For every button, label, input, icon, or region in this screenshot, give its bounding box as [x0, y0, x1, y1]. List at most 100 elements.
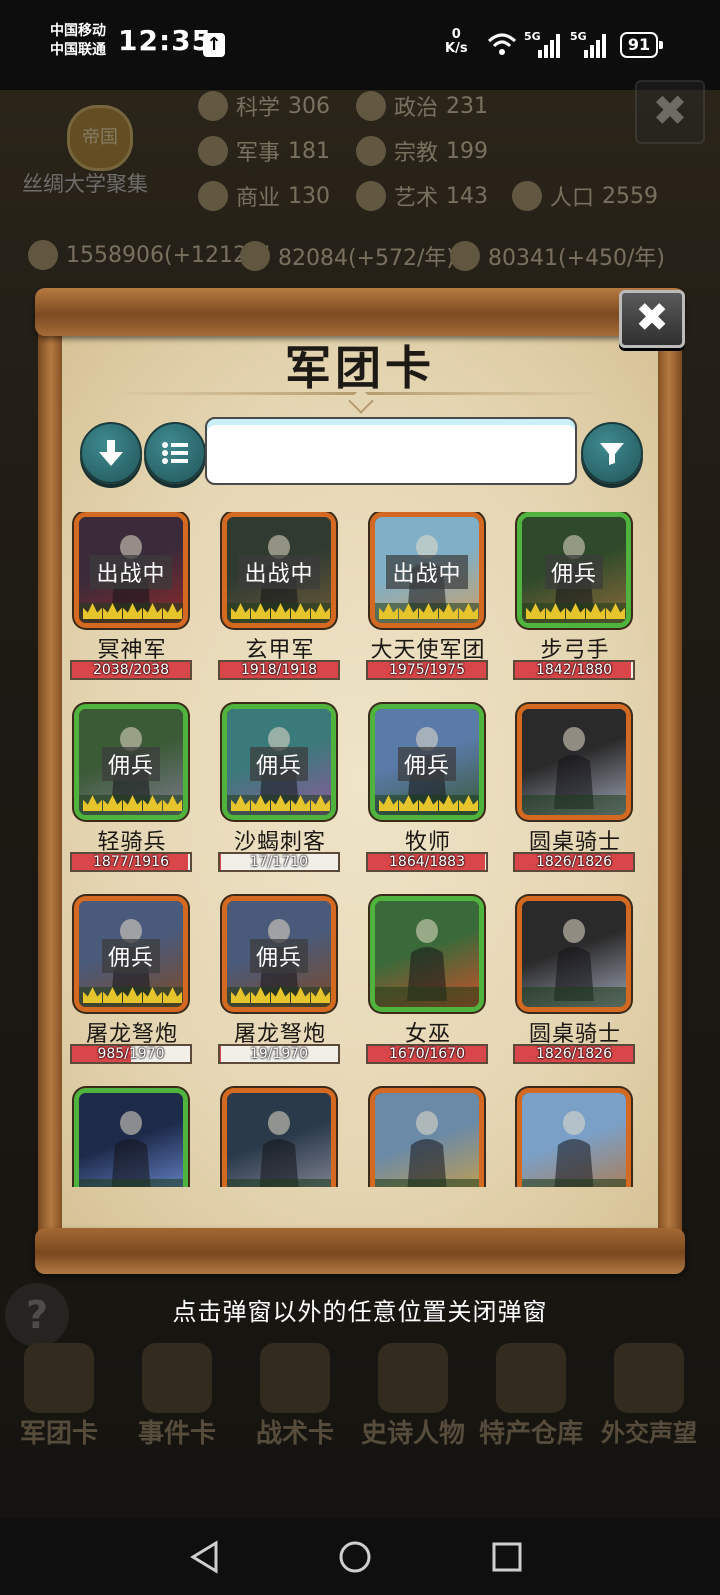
hp-text: 1918/1918	[241, 662, 317, 678]
legion-card[interactable]: 佣兵 轻骑兵 1877/1916	[62, 704, 212, 894]
crown-icon	[546, 603, 565, 619]
nav-diplomacy[interactable]: 外交声望	[590, 1335, 708, 1447]
nav-specialty-warehouse[interactable]: 特产仓库	[472, 1335, 590, 1449]
crown-icon	[143, 795, 162, 811]
legion-card[interactable]: 出战中 玄甲军 1918/1918	[210, 512, 360, 702]
stat-politics[interactable]: 政治 231	[356, 90, 488, 122]
search-input[interactable]	[205, 417, 577, 485]
card-portrait	[517, 704, 631, 820]
legion-card[interactable]: 出战中 冥神军 2038/2038	[62, 512, 212, 702]
legion-card[interactable]: 佣兵 屠龙弩炮 19/1970	[210, 896, 360, 1086]
nav-label: 军团卡	[19, 1419, 98, 1449]
crown-icon	[103, 795, 122, 811]
list-icon	[162, 442, 188, 464]
unit-figure	[227, 1111, 331, 1187]
legion-card[interactable]: 女巫 1670/1670	[358, 896, 508, 1086]
helmet-icon	[24, 1343, 94, 1413]
stone-icon	[450, 241, 480, 271]
military-icon	[198, 136, 228, 166]
empire-emblem[interactable]: 帝国 丝绸大学聚集	[22, 90, 172, 200]
unit-art	[79, 1093, 183, 1187]
iron-icon	[240, 241, 270, 271]
list-view-button[interactable]	[144, 422, 206, 484]
net-speed-unit: K/s	[445, 41, 468, 56]
crown-icon	[379, 795, 398, 811]
nav-legion-cards[interactable]: 军团卡	[0, 1335, 118, 1449]
stat-religion[interactable]: 宗教 199	[356, 135, 488, 167]
legion-card[interactable]: 出战中 大天使军团 1975/1975	[358, 512, 508, 702]
card-portrait: 佣兵	[222, 896, 336, 1012]
filter-button[interactable]	[581, 422, 643, 484]
hp-text: 1826/1826	[536, 1046, 612, 1062]
stat-art[interactable]: 艺术 143	[356, 180, 488, 212]
nav-tactic-cards[interactable]: 战术卡	[236, 1335, 354, 1449]
stat-science[interactable]: 科学 306	[198, 90, 330, 122]
stat-commerce[interactable]: 商业 130	[198, 180, 330, 212]
resource-value: 80341(+450/年)	[488, 246, 665, 271]
close-button[interactable]: ✖	[619, 290, 685, 348]
back-icon[interactable]	[188, 1540, 222, 1574]
sort-button[interactable]	[80, 422, 142, 484]
nav-event-cards[interactable]: 事件卡	[118, 1335, 236, 1449]
crown-icon	[271, 987, 290, 1003]
crown-icon	[291, 795, 310, 811]
crown-icon	[163, 603, 182, 619]
clock: 12:35	[118, 24, 213, 57]
legion-card[interactable]: 佣兵 屠龙弩炮 985/1970	[62, 896, 212, 1086]
unit-figure	[375, 1111, 479, 1187]
recents-icon[interactable]	[490, 1540, 524, 1574]
status-tag: 佣兵	[227, 939, 331, 973]
crown-icon	[311, 795, 330, 811]
status-label: 出战中	[90, 555, 172, 589]
legion-card[interactable]	[210, 1088, 360, 1187]
stat-value: 199	[446, 138, 489, 164]
legion-card[interactable]	[505, 1088, 655, 1187]
home-icon[interactable]	[338, 1540, 372, 1574]
unit-figure	[522, 727, 626, 815]
card-grid: 出战中 冥神军 2038/2038 出战中 玄甲军 1918/1918 出战中 大天使军团 19…	[62, 512, 658, 1187]
stat-name: 科学	[236, 96, 281, 121]
stat-population[interactable]: 人口 2559	[512, 180, 658, 212]
envelope-icon	[614, 1343, 684, 1413]
bottom-nav: 军团卡 事件卡 战术卡 史诗人物 特产仓库 外交声望	[0, 1335, 720, 1449]
crown-icon	[123, 987, 142, 1003]
legion-card[interactable]	[358, 1088, 508, 1187]
crown-icon	[103, 987, 122, 1003]
legion-card[interactable]: 佣兵 沙蝎刺客 17/1710	[210, 704, 360, 894]
stat-value: 143	[446, 183, 489, 209]
legion-card[interactable]: 佣兵 牧师 1864/1883	[358, 704, 508, 894]
unit-figure	[522, 919, 626, 1007]
stat-name: 人口	[550, 186, 595, 211]
game-close-icon[interactable]: ✖	[635, 80, 705, 144]
stat-military[interactable]: 军事 181	[198, 135, 330, 167]
crown-icon	[83, 603, 102, 619]
card-portrait	[517, 1088, 631, 1187]
status-label: 佣兵	[101, 747, 160, 781]
card-portrait: 佣兵	[517, 512, 631, 628]
crown-icon	[271, 603, 290, 619]
status-tag: 出战中	[227, 555, 331, 589]
nav-label: 史诗人物	[360, 1419, 465, 1449]
crown-icon	[251, 795, 270, 811]
nav-label: 外交声望	[601, 1419, 697, 1447]
scroll-rod-right	[656, 320, 682, 1240]
hp-bar: 1826/1826	[513, 1044, 635, 1064]
hp-text: 1877/1916	[93, 854, 169, 870]
crown-icon	[526, 603, 545, 619]
crown-icon	[271, 795, 290, 811]
card-portrait: 佣兵	[222, 704, 336, 820]
star-rating	[379, 795, 479, 813]
legion-card[interactable]	[62, 1088, 212, 1187]
status-tag: 出战中	[375, 555, 479, 589]
hp-text: 1826/1826	[536, 854, 612, 870]
net-speed: 0 K/s	[445, 28, 468, 56]
legion-card[interactable]: 圆桌骑士 1826/1826	[505, 896, 655, 1086]
hp-text: 2038/2038	[93, 662, 169, 678]
gold-icon	[28, 240, 58, 270]
nav-epic-figures[interactable]: 史诗人物	[354, 1335, 472, 1449]
card-portrait: 出战中	[370, 512, 484, 628]
legion-card[interactable]: 圆桌骑士 1826/1826	[505, 704, 655, 894]
crown-icon	[439, 795, 458, 811]
stat-value: 306	[288, 93, 331, 119]
legion-card[interactable]: 佣兵 步弓手 1842/1880	[505, 512, 655, 702]
